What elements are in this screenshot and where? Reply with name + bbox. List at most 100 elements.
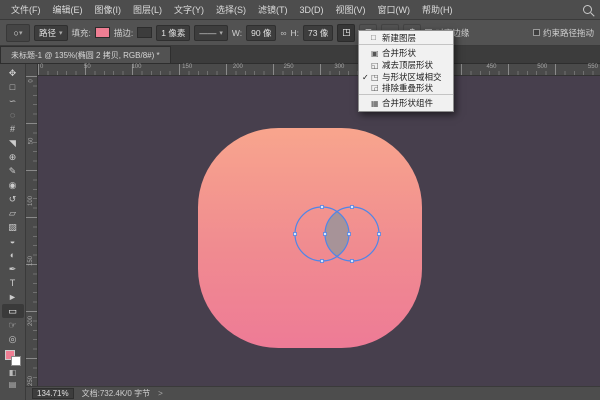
tool-button[interactable]: ▱ — [2, 206, 24, 220]
quick-mask-button[interactable]: ◧ — [2, 366, 24, 378]
ruler-number: 50 — [29, 138, 35, 145]
ruler-number: 250 — [28, 376, 34, 386]
dropdown-item[interactable]: □ 新建图层 — [359, 33, 453, 45]
link-dimensions-icon[interactable]: ∞ — [280, 28, 286, 38]
search-icon[interactable] — [583, 5, 592, 14]
checkmark-icon — [362, 73, 371, 82]
ruler-number: 200 — [233, 64, 243, 71]
menu-item[interactable]: 文件(F) — [6, 1, 46, 18]
dropdown-item[interactable]: ▦ 合并形状组件 — [359, 97, 453, 109]
tool-button[interactable]: ◉ — [2, 178, 24, 192]
ruler-number: 150 — [182, 64, 192, 71]
menu-item[interactable]: 编辑(E) — [48, 1, 88, 18]
ruler-number: 100 — [131, 64, 141, 71]
menu-bar: 文件(F) 编辑(E) 图像(I) 图层(L) 文字(Y) 选择(S) 滤镜(T… — [0, 0, 600, 20]
dropdown-item-label: 合并形状 — [382, 47, 416, 59]
menu-item[interactable]: 视图(V) — [331, 1, 371, 18]
ruler-corner — [26, 64, 38, 76]
chevron-down-icon: ▾ — [59, 29, 63, 37]
tool-button[interactable]: ◒ — [2, 234, 24, 248]
height-field[interactable]: 73 像 — [303, 25, 333, 41]
tool-preset-icon[interactable]: ○▾ — [6, 24, 30, 42]
ruler-vertical[interactable]: 050100150200250 — [26, 76, 38, 386]
tool-button[interactable]: ► — [2, 290, 24, 304]
intersection-region — [325, 212, 349, 257]
menu-item[interactable]: 滤镜(T) — [253, 1, 293, 18]
canvas[interactable] — [38, 76, 600, 386]
path-op-icon: ▦ — [371, 99, 382, 108]
path-op-icon: ◳ — [371, 73, 382, 82]
path-operations-dropdown: □ 新建图层 ▣ 合并形状 ◱ 减去顶层形状 ◳ 与形状区域相交 — [358, 30, 454, 112]
menu-item[interactable]: 图层(L) — [128, 1, 167, 18]
tool-button[interactable]: □ — [2, 80, 24, 94]
menu-item[interactable]: 文字(Y) — [169, 1, 209, 18]
color-swatches[interactable] — [5, 350, 21, 366]
ruler-number: 0 — [40, 64, 43, 71]
ruler-horizontal[interactable]: 050100150200250300350400450500550 — [26, 64, 600, 76]
status-chevron-icon[interactable]: > — [158, 389, 163, 398]
dropdown-item[interactable]: ◲ 排除重叠形状 — [359, 83, 453, 95]
menu-item[interactable]: 3D(D) — [295, 3, 329, 17]
path-op-icon: ◱ — [371, 61, 382, 70]
tool-button[interactable]: T — [2, 276, 24, 290]
workspace: ✥ □ ∽ ◌ # ◥ ⊕ ✎ ◉ ↺ — [0, 64, 600, 400]
ruler-number: 450 — [486, 64, 496, 71]
dropdown-item-label: 新建图层 — [382, 32, 416, 44]
ruler-number: 100 — [28, 196, 34, 206]
width-field[interactable]: 90 像 — [246, 25, 276, 41]
constrain-path-drag-checkbox[interactable]: 约束路径拖动 — [533, 27, 594, 39]
tool-button[interactable]: ◎ — [2, 332, 24, 346]
document-info: 文档:732.4K/0 字节 — [82, 388, 150, 399]
tool-button[interactable]: ✥ — [2, 66, 24, 80]
fill-swatch[interactable] — [95, 27, 110, 38]
options-bar: ○▾ 路径▾ 填充: 描边: 1 像素 ——▾ W: 90 像 ∞ H: 73 … — [0, 20, 600, 46]
dropdown-item[interactable]: ◱ 减去顶层形状 — [359, 59, 453, 71]
status-bar: 134.71% 文档:732.4K/0 字节 > — [26, 386, 600, 400]
ruler-number: 550 — [588, 64, 598, 71]
stroke-type-select[interactable]: ——▾ — [194, 25, 228, 41]
ruler-number: 50 — [84, 64, 91, 71]
menu-item[interactable]: 帮助(H) — [417, 1, 458, 18]
tool-button[interactable]: # — [2, 122, 24, 136]
tool-button[interactable]: ☞ — [2, 318, 24, 332]
menu-item[interactable]: 窗口(W) — [373, 1, 416, 18]
tool-button[interactable]: ◥ — [2, 136, 24, 150]
tool-mode-select[interactable]: 路径▾ — [34, 25, 68, 41]
tool-button[interactable]: ▭ — [2, 304, 24, 318]
dropdown-item-label: 合并形状组件 — [382, 97, 433, 109]
zoom-field[interactable]: 134.71% — [32, 388, 74, 399]
path-op-icon: ◲ — [371, 83, 382, 92]
path-op-icon: □ — [371, 33, 382, 42]
path-op-icon: ▣ — [371, 49, 382, 58]
menu-item[interactable]: 选择(S) — [211, 1, 251, 18]
tool-button[interactable]: ◌ — [2, 108, 24, 122]
stroke-width-field[interactable]: 1 像素 — [156, 25, 190, 41]
path-operations-button[interactable]: ◳ — [337, 24, 355, 42]
ruler-number: 150 — [28, 256, 34, 266]
photoshop-window: 文件(F) 编辑(E) 图像(I) 图层(L) 文字(Y) 选择(S) 滤镜(T… — [0, 0, 600, 400]
tool-button[interactable]: ▨ — [2, 220, 24, 234]
ruler-number: 300 — [334, 64, 344, 71]
width-label: W: — [232, 28, 242, 38]
tool-button[interactable]: ∽ — [2, 94, 24, 108]
screen-mode-button[interactable]: ▤ — [2, 378, 24, 390]
tool-button[interactable]: ✒ — [2, 262, 24, 276]
background-color-swatch[interactable] — [11, 356, 21, 366]
menu-item[interactable]: 图像(I) — [90, 1, 127, 18]
document-tab-bar: 未标题-1 @ 135%(椭圆 2 拷贝, RGB/8#) * — [0, 46, 600, 64]
tool-button[interactable]: ✎ — [2, 164, 24, 178]
stroke-swatch[interactable] — [137, 27, 152, 38]
dropdown-item[interactable]: ▣ 合并形状 — [359, 47, 453, 59]
tool-button[interactable]: ◐ — [2, 248, 24, 262]
chevron-down-icon: ▾ — [219, 29, 223, 37]
ellipse-paths[interactable] — [277, 194, 397, 274]
ruler-number: 500 — [537, 64, 547, 71]
ruler-number: 250 — [284, 64, 294, 71]
height-label: H: — [291, 28, 300, 38]
document-tab[interactable]: 未标题-1 @ 135%(椭圆 2 拷贝, RGB/8#) * — [0, 46, 171, 63]
tool-button[interactable]: ⊕ — [2, 150, 24, 164]
tool-button[interactable]: ↺ — [2, 192, 24, 206]
ruler-number: 200 — [28, 316, 34, 326]
checkbox-box — [533, 29, 540, 36]
fill-label: 填充: — [72, 27, 91, 39]
